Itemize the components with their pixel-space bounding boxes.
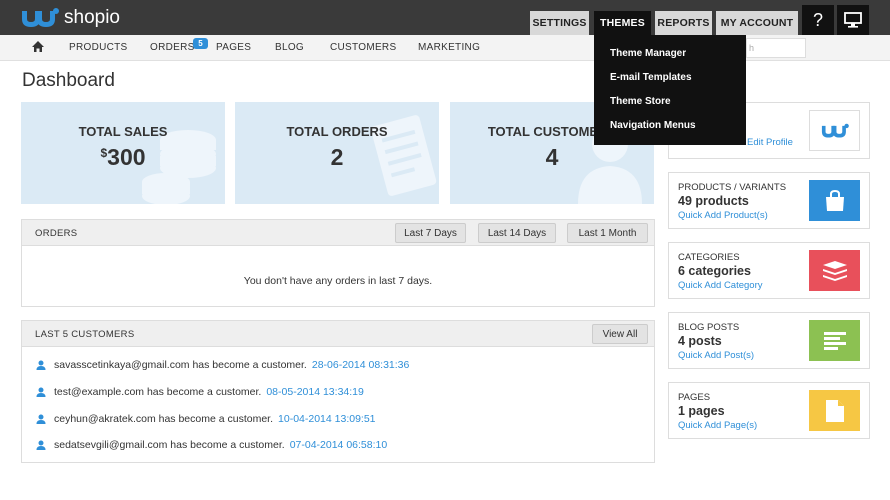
total-orders-value: 2 <box>330 144 344 170</box>
nav-themes[interactable]: THEMES <box>594 11 651 35</box>
quick-add-category-link[interactable]: Quick Add Category <box>678 280 763 291</box>
view-all-button[interactable]: View All <box>592 324 648 344</box>
total-sales-card[interactable]: TOTAL SALES $300 <box>21 102 225 204</box>
customer-date: 28-06-2014 08:31:36 <box>311 359 410 371</box>
menu-email-templates[interactable]: E-mail Templates <box>610 72 692 83</box>
quick-add-page-link[interactable]: Quick Add Page(s) <box>678 420 757 431</box>
quick-add-product-link[interactable]: Quick Add Product(s) <box>678 210 768 221</box>
total-sales-value: $300 <box>21 144 225 171</box>
main-menu: PRODUCTS ORDERS 5 PAGES BLOG CUSTOMERS M… <box>0 35 890 61</box>
edit-profile-link[interactable]: Edit Profile <box>747 137 793 148</box>
no-orders-message: You don't have any orders in last 7 days… <box>243 275 433 287</box>
orders-count-badge: 5 <box>193 38 208 49</box>
layers-icon <box>822 260 847 281</box>
document-icon <box>825 399 844 422</box>
products-icon-tile[interactable] <box>809 180 860 221</box>
total-orders-label: TOTAL ORDERS <box>286 124 388 139</box>
help-icon: ? <box>812 9 823 30</box>
customer-date: 08-05-2014 13:34:19 <box>266 386 364 398</box>
nav-reports[interactable]: REPORTS <box>655 11 712 35</box>
monitor-icon <box>844 12 862 28</box>
user-icon <box>36 440 46 450</box>
blog-posts-label: BLOG POSTS <box>678 322 740 333</box>
user-icon <box>36 414 46 424</box>
blog-posts-card: BLOG POSTS 4 posts Quick Add Post(s) <box>668 312 870 369</box>
help-button[interactable]: ? <box>802 5 834 35</box>
nav-settings[interactable]: SETTINGS <box>530 11 589 35</box>
pages-card: PAGES 1 pages Quick Add Page(s) <box>668 382 870 439</box>
pages-icon-tile[interactable] <box>809 390 860 431</box>
page-title: Dashboard <box>22 70 115 91</box>
customer-text: sedatsevgili@gmail.com has become a cust… <box>54 439 285 451</box>
top-bar: shopio SETTINGS THEMES REPORTS MY ACCOUN… <box>0 0 890 35</box>
user-icon <box>36 387 46 397</box>
orders-panel-header: ORDERS Last 7 Days Last 14 Days Last 1 M… <box>22 220 654 246</box>
blog-posts-count: 4 posts <box>678 334 722 348</box>
customer-text: test@example.com has become a customer. <box>54 386 262 398</box>
search-input[interactable]: h <box>746 38 806 58</box>
search-text-fragment: h <box>749 43 755 53</box>
menu-navigation-menus[interactable]: Navigation Menus <box>610 120 696 131</box>
products-card: PRODUCTS / VARIANTS 49 products Quick Ad… <box>668 172 870 229</box>
customer-date: 07-04-2014 06:58:10 <box>289 439 388 451</box>
categories-card: CATEGORIES 6 categories Quick Add Catego… <box>668 242 870 299</box>
customer-row[interactable]: test@example.com has become a customer. … <box>36 386 364 398</box>
customer-row[interactable]: ceyhun@akratek.com has become a customer… <box>36 413 376 425</box>
pages-label: PAGES <box>678 392 711 403</box>
last-customers-panel: LAST 5 CUSTOMERS View All savasscetinkay… <box>21 320 655 463</box>
view-store-button[interactable] <box>837 5 869 35</box>
logo-icon <box>821 123 849 138</box>
orders-panel-title: ORDERS <box>35 228 78 239</box>
quick-add-post-link[interactable]: Quick Add Post(s) <box>678 350 754 361</box>
customer-text: savasscetinkaya@gmail.com has become a c… <box>54 359 307 371</box>
sales-amount: 300 <box>107 144 146 170</box>
customers-panel-title: LAST 5 CUSTOMERS <box>35 329 135 340</box>
menu-theme-manager[interactable]: Theme Manager <box>610 48 686 59</box>
store-logo <box>809 110 860 151</box>
logo-icon <box>22 8 59 27</box>
menu-orders[interactable]: ORDERS <box>150 42 195 53</box>
shopping-bag-icon <box>825 189 844 211</box>
total-sales-label: TOTAL SALES <box>78 124 168 139</box>
menu-marketing[interactable]: MARKETING <box>418 42 480 53</box>
categories-icon-tile[interactable] <box>809 250 860 291</box>
themes-dropdown-menu: Theme Manager E-mail Templates Theme Sto… <box>594 35 746 145</box>
customer-row[interactable]: savasscetinkaya@gmail.com has become a c… <box>36 359 409 371</box>
menu-pages[interactable]: PAGES <box>216 42 251 53</box>
blog-icon-tile[interactable] <box>809 320 860 361</box>
last-7-days-button[interactable]: Last 7 Days <box>395 223 466 243</box>
products-label: PRODUCTS / VARIANTS <box>678 182 787 193</box>
total-customers-value: 4 <box>545 144 559 170</box>
categories-count: 6 categories <box>678 264 751 278</box>
menu-theme-store[interactable]: Theme Store <box>610 96 671 107</box>
menu-customers[interactable]: CUSTOMERS <box>330 42 396 53</box>
categories-label: CATEGORIES <box>678 252 740 263</box>
nav-my-account[interactable]: MY ACCOUNT <box>716 11 798 35</box>
currency-symbol: $ <box>100 146 108 160</box>
home-icon[interactable] <box>31 40 45 53</box>
products-count: 49 products <box>678 194 749 208</box>
orders-panel: ORDERS Last 7 Days Last 14 Days Last 1 M… <box>21 219 655 307</box>
logo[interactable]: shopio <box>20 7 120 29</box>
menu-products[interactable]: PRODUCTS <box>69 42 128 53</box>
customer-text: ceyhun@akratek.com has become a customer… <box>54 413 274 425</box>
menu-blog[interactable]: BLOG <box>275 42 304 53</box>
last-1-month-button[interactable]: Last 1 Month <box>567 223 648 243</box>
customer-date: 10-04-2014 13:09:51 <box>278 413 376 425</box>
user-icon <box>36 360 46 370</box>
customer-row[interactable]: sedatsevgili@gmail.com has become a cust… <box>36 439 387 451</box>
total-orders-card[interactable]: TOTAL ORDERS 2 <box>235 102 439 204</box>
text-lines-icon <box>823 331 846 350</box>
logo-text: shopio <box>64 7 120 28</box>
customers-panel-header: LAST 5 CUSTOMERS View All <box>22 321 654 347</box>
pages-count: 1 pages <box>678 404 725 418</box>
last-14-days-button[interactable]: Last 14 Days <box>478 223 556 243</box>
